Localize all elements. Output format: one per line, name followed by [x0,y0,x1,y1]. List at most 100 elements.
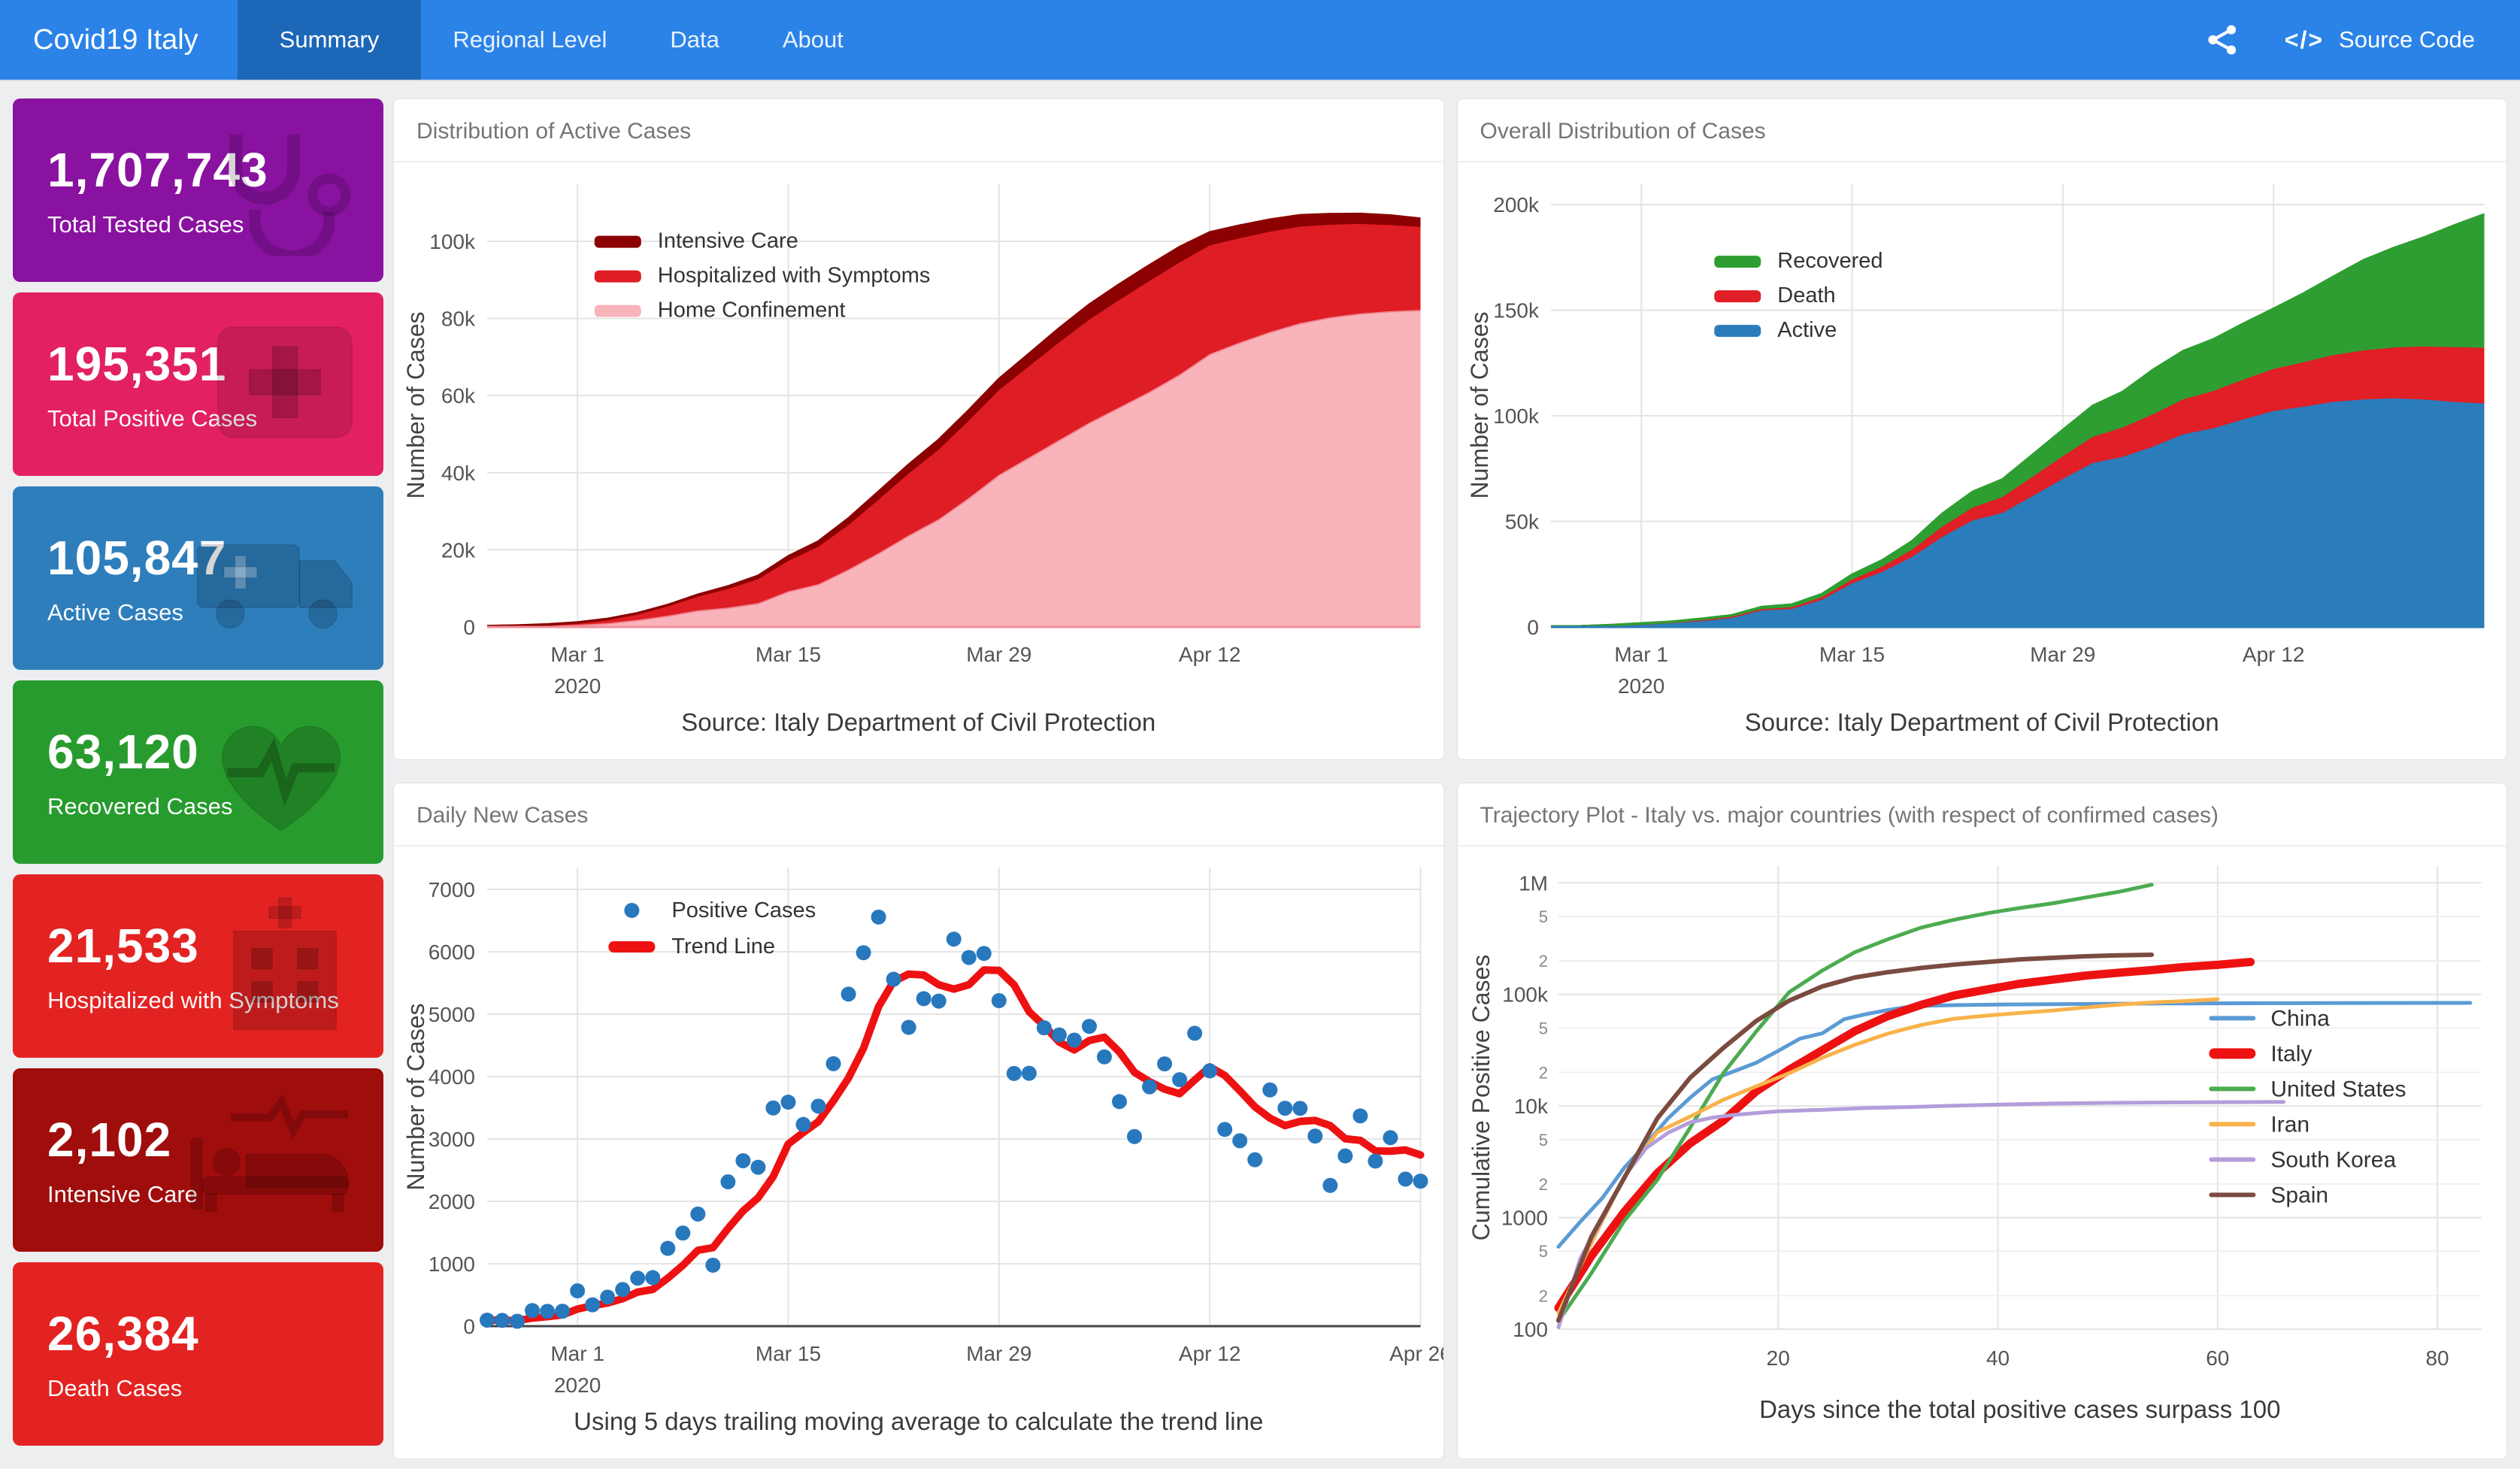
svg-text:2: 2 [1538,952,1547,971]
svg-text:3000: 3000 [429,1128,475,1151]
svg-text:5: 5 [1538,1019,1547,1037]
svg-text:0: 0 [463,616,475,639]
svg-text:4000: 4000 [429,1065,475,1089]
svg-text:40: 40 [1985,1346,2009,1370]
heartbeat-icon [198,699,364,846]
svg-text:2020: 2020 [1617,674,1664,698]
panel-active-distribution: Distribution of Active Cases 020k40k60k8… [393,98,1444,760]
svg-text:6000: 6000 [429,940,475,964]
svg-text:China: China [2270,1006,2330,1031]
svg-text:Apr 12: Apr 12 [1179,1342,1241,1365]
svg-text:Mar 1: Mar 1 [1614,643,1668,666]
navbar-right: </> Source Code [2207,0,2520,80]
svg-text:5: 5 [1538,1242,1547,1261]
svg-text:7000: 7000 [429,878,475,901]
first-aid-icon [206,315,364,454]
bed-icon [183,1091,364,1230]
ambulance-icon [191,509,364,648]
navbar: Covid19 Italy Summary Regional Level Dat… [0,0,2520,81]
panel-title: Distribution of Active Cases [394,99,1443,162]
svg-text:Hospitalized with Symptoms: Hospitalized with Symptoms [658,264,931,288]
svg-text:Apr 26: Apr 26 [1389,1342,1443,1365]
svg-text:2: 2 [1538,1063,1547,1082]
svg-text:20k: 20k [441,538,476,562]
svg-text:2: 2 [1538,1175,1547,1194]
panel-overall-distribution: Overall Distribution of Cases 050k100k15… [1457,98,2508,760]
svg-text:100: 100 [1513,1318,1548,1341]
stat-value: 26,384 [47,1306,383,1361]
page-content: 1,707,743 Total Tested Cases 195,351 Tot… [0,81,2520,1459]
svg-text:5: 5 [1538,907,1547,926]
source-code-link[interactable]: </> Source Code [2285,26,2475,54]
svg-text:Number of Cases: Number of Cases [1466,312,1493,499]
tab-data[interactable]: Data [638,0,750,80]
svg-text:Mar 15: Mar 15 [756,643,821,666]
svg-text:Mar 1: Mar 1 [550,1342,604,1365]
svg-text:5000: 5000 [429,1003,475,1026]
panel-title: Overall Distribution of Cases [1458,99,2507,162]
charts-grid: Distribution of Active Cases 020k40k60k8… [393,98,2507,1459]
panel-title: Trajectory Plot - Italy vs. major countr… [1458,783,2507,847]
svg-text:Italy: Italy [2270,1041,2312,1066]
svg-text:0: 0 [1527,616,1539,639]
stat-label: Death Cases [47,1375,383,1402]
svg-text:Trend Line: Trend Line [671,934,775,959]
svg-text:100k: 100k [1493,404,1540,428]
card-hospitalized: 21,533 Hospitalized with Symptoms [13,874,383,1058]
share-icon[interactable] [2207,23,2240,56]
svg-text:Recovered: Recovered [1777,249,1882,273]
app-brand: Covid19 Italy [0,0,238,80]
panel-title: Daily New Cases [394,783,1443,847]
chart-note-caption: Using 5 days trailing moving average to … [394,1404,1443,1458]
source-code-label: Source Code [2339,26,2475,53]
svg-text:Apr 12: Apr 12 [1179,643,1241,666]
svg-text:0: 0 [463,1315,475,1338]
card-total-positive: 195,351 Total Positive Cases [13,292,383,476]
svg-text:Number of Cases: Number of Cases [402,1004,429,1191]
svg-text:Days since the total positive: Days since the total positive cases surp… [1759,1395,2280,1423]
svg-text:Spain: Spain [2270,1183,2328,1207]
svg-text:Home Confinement: Home Confinement [658,298,846,323]
tab-summary[interactable]: Summary [238,0,422,80]
card-total-tested: 1,707,743 Total Tested Cases [13,98,383,282]
svg-text:80k: 80k [441,307,476,331]
svg-text:2000: 2000 [429,1190,475,1213]
svg-text:Death: Death [1777,283,1835,307]
svg-text:Active: Active [1777,318,1837,342]
stat-sidebar: 1,707,743 Total Tested Cases 195,351 Tot… [13,98,383,1459]
svg-text:Mar 29: Mar 29 [2030,643,2095,666]
code-icon: </> [2285,26,2324,54]
tab-regional-level[interactable]: Regional Level [421,0,638,80]
active-distribution-chart[interactable]: 020k40k60k80k100kMar 12020Mar 15Mar 29Ap… [394,162,1443,705]
card-deaths: 26,384 Death Cases [13,1262,383,1446]
svg-text:5: 5 [1538,1131,1547,1149]
svg-text:100k: 100k [1502,983,1549,1007]
panel-daily-new-cases: Daily New Cases 0 1000 2000 3000 4000 5000 600… [393,783,1444,1459]
card-recovered: 63,120 Recovered Cases [13,680,383,864]
nav-tabs: Summary Regional Level Data About [238,0,875,80]
stethoscope-icon [198,121,364,260]
hospital-icon [206,893,364,1040]
svg-text:United States: United States [2270,1077,2406,1101]
svg-text:80: 80 [2425,1346,2449,1370]
panel-trajectory: Trajectory Plot - Italy vs. major countr… [1457,783,2508,1459]
svg-text:1000: 1000 [429,1252,475,1276]
svg-text:1M: 1M [1519,871,1548,895]
trajectory-plot-chart[interactable]: 2040608025252525100100010k100k1MChinaIta… [1458,847,2507,1458]
svg-text:Mar 29: Mar 29 [966,1342,1031,1365]
svg-text:1000: 1000 [1501,1207,1547,1230]
svg-text:Mar 1: Mar 1 [550,643,604,666]
svg-text:2020: 2020 [554,1374,601,1397]
svg-text:South Korea: South Korea [2270,1147,2396,1172]
daily-new-cases-chart[interactable]: 0 1000 2000 3000 4000 5000 6000 7000 Mar 1 2020 Ma… [394,847,1443,1404]
svg-text:60: 60 [2206,1346,2229,1370]
chart-source-caption: Source: Italy Department of Civil Protec… [1458,705,2507,759]
tab-about[interactable]: About [751,0,875,80]
svg-text:2: 2 [1538,1286,1547,1305]
svg-text:200k: 200k [1493,193,1540,217]
card-intensive-care: 2,102 Intensive Care [13,1068,383,1252]
svg-text:Number of Cases: Number of Cases [402,312,429,499]
svg-text:100k: 100k [429,230,476,253]
overall-distribution-chart[interactable]: 050k100k150k200kMar 12020Mar 15Mar 29Apr… [1458,162,2507,705]
svg-text:10k: 10k [1513,1095,1548,1118]
